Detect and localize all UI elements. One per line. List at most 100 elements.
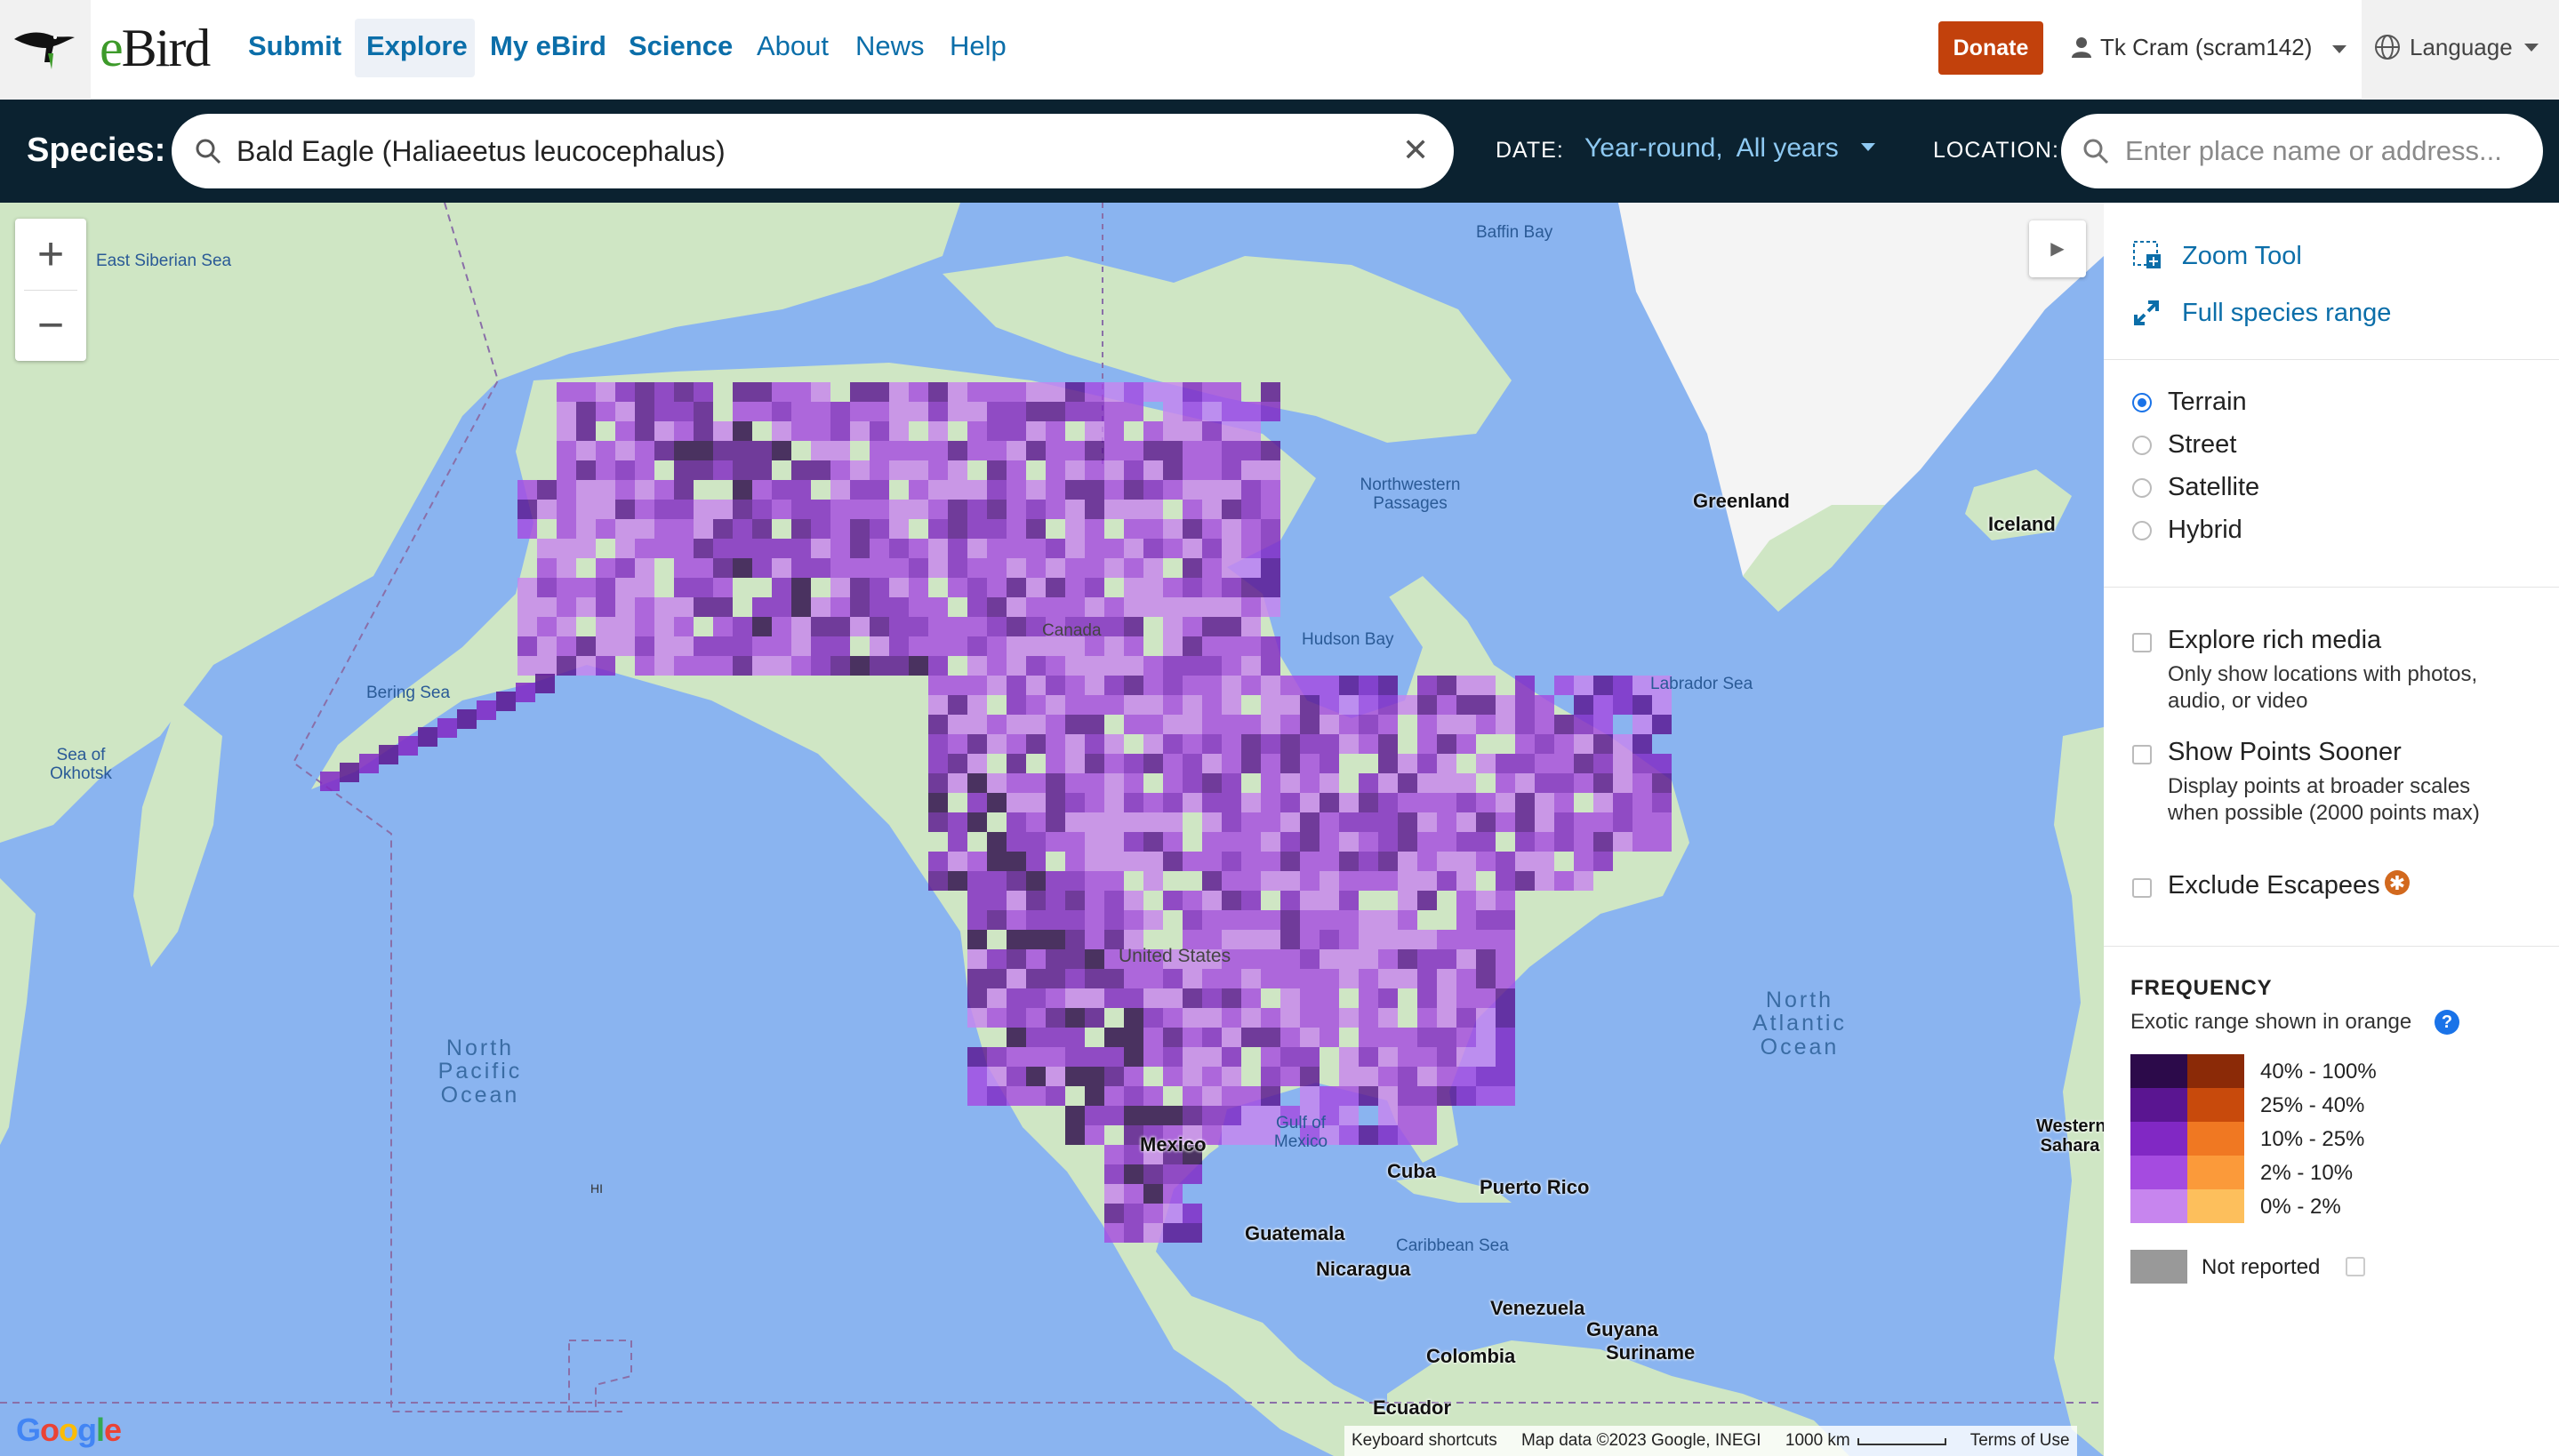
frequency-cell[interactable] — [1202, 969, 1222, 988]
frequency-cell[interactable] — [1104, 402, 1124, 421]
frequency-cell[interactable] — [967, 949, 987, 969]
frequency-cell[interactable] — [1183, 519, 1202, 539]
frequency-cell[interactable] — [1065, 382, 1085, 402]
frequency-cell[interactable] — [733, 382, 752, 402]
frequency-cell[interactable] — [557, 558, 576, 578]
frequency-cell[interactable] — [1437, 969, 1456, 988]
frequency-cell[interactable] — [1359, 734, 1378, 754]
frequency-cell[interactable] — [870, 402, 889, 421]
frequency-cell[interactable] — [615, 539, 635, 558]
frequency-cell[interactable] — [1046, 1028, 1065, 1047]
frequency-cell[interactable] — [791, 519, 811, 539]
frequency-cell[interactable] — [1652, 715, 1672, 734]
frequency-cell[interactable] — [654, 500, 674, 519]
map-type-radio-hybrid[interactable] — [2132, 521, 2152, 540]
frequency-cell[interactable] — [1085, 969, 1104, 988]
frequency-cell[interactable] — [576, 460, 596, 480]
frequency-cell[interactable] — [733, 441, 752, 460]
frequency-cell[interactable] — [811, 402, 830, 421]
frequency-cell[interactable] — [1574, 754, 1593, 773]
frequency-cell[interactable] — [987, 421, 1007, 441]
frequency-cell[interactable] — [1046, 949, 1065, 969]
frequency-cell[interactable] — [987, 734, 1007, 754]
frequency-cell[interactable] — [1143, 519, 1163, 539]
frequency-cell[interactable] — [1476, 852, 1496, 871]
frequency-cell[interactable] — [1456, 676, 1476, 695]
frequency-cell[interactable] — [889, 421, 909, 441]
frequency-cell[interactable] — [615, 421, 635, 441]
frequency-cell[interactable] — [379, 745, 398, 764]
frequency-cell[interactable] — [1554, 734, 1574, 754]
frequency-cell[interactable] — [1026, 480, 1046, 500]
frequency-cell[interactable] — [1183, 1067, 1202, 1086]
frequency-cell[interactable] — [987, 891, 1007, 910]
frequency-cell[interactable] — [1261, 930, 1280, 949]
frequency-cell[interactable] — [791, 656, 811, 676]
frequency-cell[interactable] — [1007, 1008, 1026, 1028]
frequency-cell[interactable] — [1124, 500, 1143, 519]
frequency-cell[interactable] — [1124, 891, 1143, 910]
frequency-cell[interactable] — [1456, 695, 1476, 715]
frequency-cell[interactable] — [1163, 636, 1183, 656]
frequency-cell[interactable] — [1104, 773, 1124, 793]
frequency-cell[interactable] — [1593, 812, 1613, 832]
frequency-cell[interactable] — [1222, 676, 1241, 695]
frequency-cell[interactable] — [1359, 930, 1378, 949]
frequency-cell[interactable] — [615, 519, 635, 539]
frequency-cell[interactable] — [1535, 695, 1554, 715]
frequency-cell[interactable] — [752, 402, 772, 421]
frequency-cell[interactable] — [1143, 578, 1163, 597]
frequency-cell[interactable] — [1359, 910, 1378, 930]
frequency-cell[interactable] — [1124, 1067, 1143, 1086]
frequency-cell[interactable] — [1065, 832, 1085, 852]
frequency-cell[interactable] — [870, 539, 889, 558]
frequency-cell[interactable] — [1398, 1047, 1417, 1067]
frequency-cell[interactable] — [1378, 793, 1398, 812]
frequency-cell[interactable] — [1124, 636, 1143, 656]
frequency-cell[interactable] — [1437, 676, 1456, 695]
frequency-cell[interactable] — [1046, 695, 1065, 715]
frequency-cell[interactable] — [1065, 852, 1085, 871]
frequency-cell[interactable] — [1241, 812, 1261, 832]
frequency-cell[interactable] — [1143, 382, 1163, 402]
frequency-cell[interactable] — [1437, 695, 1456, 715]
frequency-cell[interactable] — [987, 676, 1007, 695]
frequency-cell[interactable] — [576, 382, 596, 402]
frequency-cell[interactable] — [1456, 773, 1476, 793]
frequency-cell[interactable] — [987, 617, 1007, 636]
frequency-cell[interactable] — [1065, 773, 1085, 793]
map-type-radio-street[interactable] — [2132, 436, 2152, 455]
frequency-cell[interactable] — [1202, 441, 1222, 460]
frequency-cell[interactable] — [870, 597, 889, 617]
frequency-cell[interactable] — [1104, 480, 1124, 500]
frequency-cell[interactable] — [596, 597, 615, 617]
frequency-cell[interactable] — [1124, 969, 1143, 988]
frequency-cell[interactable] — [1476, 1028, 1496, 1047]
frequency-cell[interactable] — [1007, 930, 1026, 949]
frequency-cell[interactable] — [576, 519, 596, 539]
frequency-cell[interactable] — [909, 617, 928, 636]
frequency-cell[interactable] — [889, 382, 909, 402]
frequency-cell[interactable] — [1085, 676, 1104, 695]
escapee-info-icon[interactable]: ✱ — [2385, 870, 2410, 895]
frequency-cell[interactable] — [1007, 852, 1026, 871]
frequency-cell[interactable] — [1398, 1106, 1417, 1125]
frequency-cell[interactable] — [811, 539, 830, 558]
frequency-cell[interactable] — [1143, 793, 1163, 812]
frequency-cell[interactable] — [1554, 871, 1574, 891]
frequency-cell[interactable] — [1124, 402, 1143, 421]
frequency-cell[interactable] — [889, 578, 909, 597]
frequency-cell[interactable] — [1437, 871, 1456, 891]
frequency-cell[interactable] — [674, 558, 694, 578]
frequency-cell[interactable] — [1007, 891, 1026, 910]
frequency-cell[interactable] — [1104, 793, 1124, 812]
frequency-cell[interactable] — [1046, 988, 1065, 1008]
frequency-cell[interactable] — [557, 382, 576, 402]
frequency-cell[interactable] — [517, 617, 537, 636]
frequency-cell[interactable] — [1632, 773, 1652, 793]
frequency-cell[interactable] — [1535, 832, 1554, 852]
frequency-cell[interactable] — [1300, 773, 1320, 793]
frequency-cell[interactable] — [1535, 734, 1554, 754]
frequency-cell[interactable] — [1417, 734, 1437, 754]
frequency-cell[interactable] — [1163, 676, 1183, 695]
